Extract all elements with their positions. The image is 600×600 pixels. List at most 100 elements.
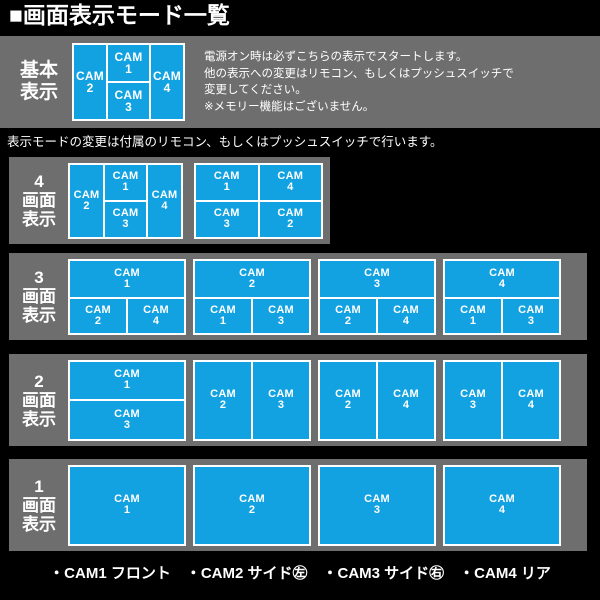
cam-text: CAM xyxy=(210,303,236,316)
row-panel-1screen: 1 画面 表示 CAM 1 CAM 2 CAM 3 CAM 4 xyxy=(9,459,587,551)
cam-number: 1 xyxy=(122,181,129,193)
diagram-bottom-row: CAM 1 CAM 3 xyxy=(445,298,559,333)
diagram-top-row: CAM 1 CAM 4 xyxy=(196,164,321,200)
cam-number: 2 xyxy=(248,504,256,516)
basic-display-note: 電源オン時は必ずこちらの表示でスタートします。 他の表示への変更はリモコン、もし… xyxy=(204,51,514,113)
cam-cell: CAM 1 xyxy=(196,164,258,200)
layout-diagram-2d[interactable]: CAM 3 CAM 4 xyxy=(443,359,561,441)
layout-diagram-1a[interactable]: CAM 1 xyxy=(68,464,186,546)
layout-diagram-3c[interactable]: CAM 3 CAM 2 CAM 4 xyxy=(318,258,436,335)
cam-number: 3 xyxy=(123,418,131,431)
cam-number: 3 xyxy=(125,100,132,114)
mode-change-subtext: 表示モードの変更は付属のリモコン、もしくはプッシュスイッチで行います。 xyxy=(7,135,443,149)
layout-diagram-3b[interactable]: CAM 2 CAM 1 CAM 3 xyxy=(193,258,311,335)
cam-text: CAM xyxy=(364,266,390,279)
diagram-middle-column: CAM 1 CAM 3 xyxy=(108,45,149,119)
layout-diagram-2a[interactable]: CAM 1 CAM 3 xyxy=(68,359,186,441)
cam-number: 1 xyxy=(125,62,132,76)
cam-number: 4 xyxy=(163,81,171,95)
basic-label-line2: 表示 xyxy=(19,82,58,103)
layout-diagram-3d[interactable]: CAM 4 CAM 1 CAM 3 xyxy=(443,258,561,335)
row-label-line1: 画面 xyxy=(22,287,56,306)
cam-number: 3 xyxy=(223,218,230,230)
row-label-number: 3 xyxy=(34,268,44,287)
layout-diagram-basic[interactable]: CAM 2 CAM 1 CAM 3 CAM 4 xyxy=(72,43,185,121)
cam-cell: CAM 3 xyxy=(108,83,149,119)
cam-text: CAM xyxy=(489,266,515,279)
row-panel-2screen: 2 画面 表示 CAM 1 CAM 3 CAM 2 CAM 3 CAM 2 CA… xyxy=(9,354,587,446)
cam-number: 4 xyxy=(152,314,160,327)
cam-cell: CAM 4 xyxy=(151,45,183,119)
cam-cell: CAM 3 xyxy=(320,260,434,297)
cam-cell: CAM 4 xyxy=(259,164,321,200)
diagram-bottom-row: CAM 1 CAM 3 xyxy=(195,298,309,333)
diagram-group-3screen: CAM 1 CAM 2 CAM 4 CAM 2 CAM 1 CAM 3 CAM … xyxy=(68,258,561,335)
cam-text: CAM xyxy=(114,266,140,279)
cam-number: 2 xyxy=(86,81,94,95)
row-label-line2: 表示 xyxy=(22,210,56,229)
cam-cell: CAM 1 xyxy=(70,260,184,297)
diagram-group-1screen: CAM 1 CAM 2 CAM 3 CAM 4 xyxy=(68,464,561,546)
diagram-group-4screen: CAM 2 CAM 1 CAM 3 CAM 4 CAM 1 CAM 4 CAM … xyxy=(68,162,323,239)
cam-text: CAM xyxy=(143,303,169,316)
cam-cell: CAM 2 xyxy=(74,45,106,119)
cam-cell: CAM 3 xyxy=(253,298,309,333)
cam-cell: CAM 3 xyxy=(70,401,184,439)
cam-text: CAM xyxy=(151,188,178,201)
row-label-line1: 画面 xyxy=(22,191,56,210)
page-title: ■画面表示モード一覧 xyxy=(9,2,230,28)
cam-number: 1 xyxy=(219,314,227,327)
cam-cell: CAM 4 xyxy=(378,361,434,439)
row-label-line1: 画面 xyxy=(22,495,56,515)
cam-cell: CAM 1 xyxy=(108,45,149,81)
cam-cell: CAM 4 xyxy=(148,164,181,237)
cam-cell: CAM 2 xyxy=(320,361,376,439)
layout-diagram-1b[interactable]: CAM 2 xyxy=(193,464,311,546)
cam-number: 4 xyxy=(402,314,410,327)
cam-number: 2 xyxy=(344,399,352,411)
row-label-4screen: 4 画面 表示 xyxy=(13,172,65,229)
cam-cell: CAM 1 xyxy=(105,164,146,200)
layout-diagram-2b[interactable]: CAM 2 CAM 3 xyxy=(193,359,311,441)
cam-number: 2 xyxy=(344,314,352,327)
row-label-line2: 表示 xyxy=(22,409,56,429)
basic-diagram-group: CAM 2 CAM 1 CAM 3 CAM 4 xyxy=(72,43,185,121)
diagram-bottom-row: CAM 2 CAM 4 xyxy=(320,298,434,333)
basic-display-panel: 基本 表示 CAM 2 CAM 1 CAM 3 CAM 4 電源オン時は必ずこち… xyxy=(0,36,600,128)
layout-diagram-1c[interactable]: CAM 3 xyxy=(318,464,436,546)
cam-cell: CAM 1 xyxy=(70,466,184,544)
row-label-1screen: 1 画面 表示 xyxy=(13,477,65,534)
cam-number: 1 xyxy=(123,379,131,392)
cam-number: 1 xyxy=(469,314,477,327)
cam-cell: CAM 4 xyxy=(503,361,559,439)
cam-cell: CAM 1 xyxy=(445,298,501,333)
basic-label-line1: 基本 xyxy=(19,60,58,81)
row-label-line2: 表示 xyxy=(22,514,56,534)
diagram-bottom-row: CAM 3 CAM 2 xyxy=(196,201,321,237)
row-label-number: 1 xyxy=(34,476,44,496)
layout-diagram-2c[interactable]: CAM 2 CAM 4 xyxy=(318,359,436,441)
cam-cell: CAM 2 xyxy=(259,201,321,237)
cam-number: 4 xyxy=(498,504,506,516)
layout-diagram-4b[interactable]: CAM 1 CAM 4 CAM 3 CAM 2 xyxy=(194,162,323,239)
cam-text: CAM xyxy=(393,303,419,316)
layout-diagram-1d[interactable]: CAM 4 xyxy=(443,464,561,546)
cam-text: CAM xyxy=(85,303,111,316)
cam-number: 4 xyxy=(287,181,294,193)
diagram-bottom-row: CAM 2 CAM 4 xyxy=(70,298,184,333)
cam-number: 3 xyxy=(122,218,129,230)
row-label-3screen: 3 画面 表示 xyxy=(13,268,65,325)
layout-diagram-4a[interactable]: CAM 2 CAM 1 CAM 3 CAM 4 xyxy=(68,162,183,239)
cam-number: 4 xyxy=(161,199,168,212)
row-label-number: 2 xyxy=(34,371,44,391)
diagram-middle-column: CAM 1 CAM 3 xyxy=(105,164,146,237)
cam-number: 2 xyxy=(248,277,256,290)
row-label-line1: 画面 xyxy=(22,390,56,410)
cam-number: 2 xyxy=(94,314,102,327)
cam-cell: CAM 4 xyxy=(445,466,559,544)
cam-number: 3 xyxy=(373,504,381,516)
cam-cell: CAM 2 xyxy=(195,361,251,439)
cam-cell: CAM 1 xyxy=(70,361,184,399)
cam-number: 1 xyxy=(223,181,230,193)
layout-diagram-3a[interactable]: CAM 1 CAM 2 CAM 4 xyxy=(68,258,186,335)
